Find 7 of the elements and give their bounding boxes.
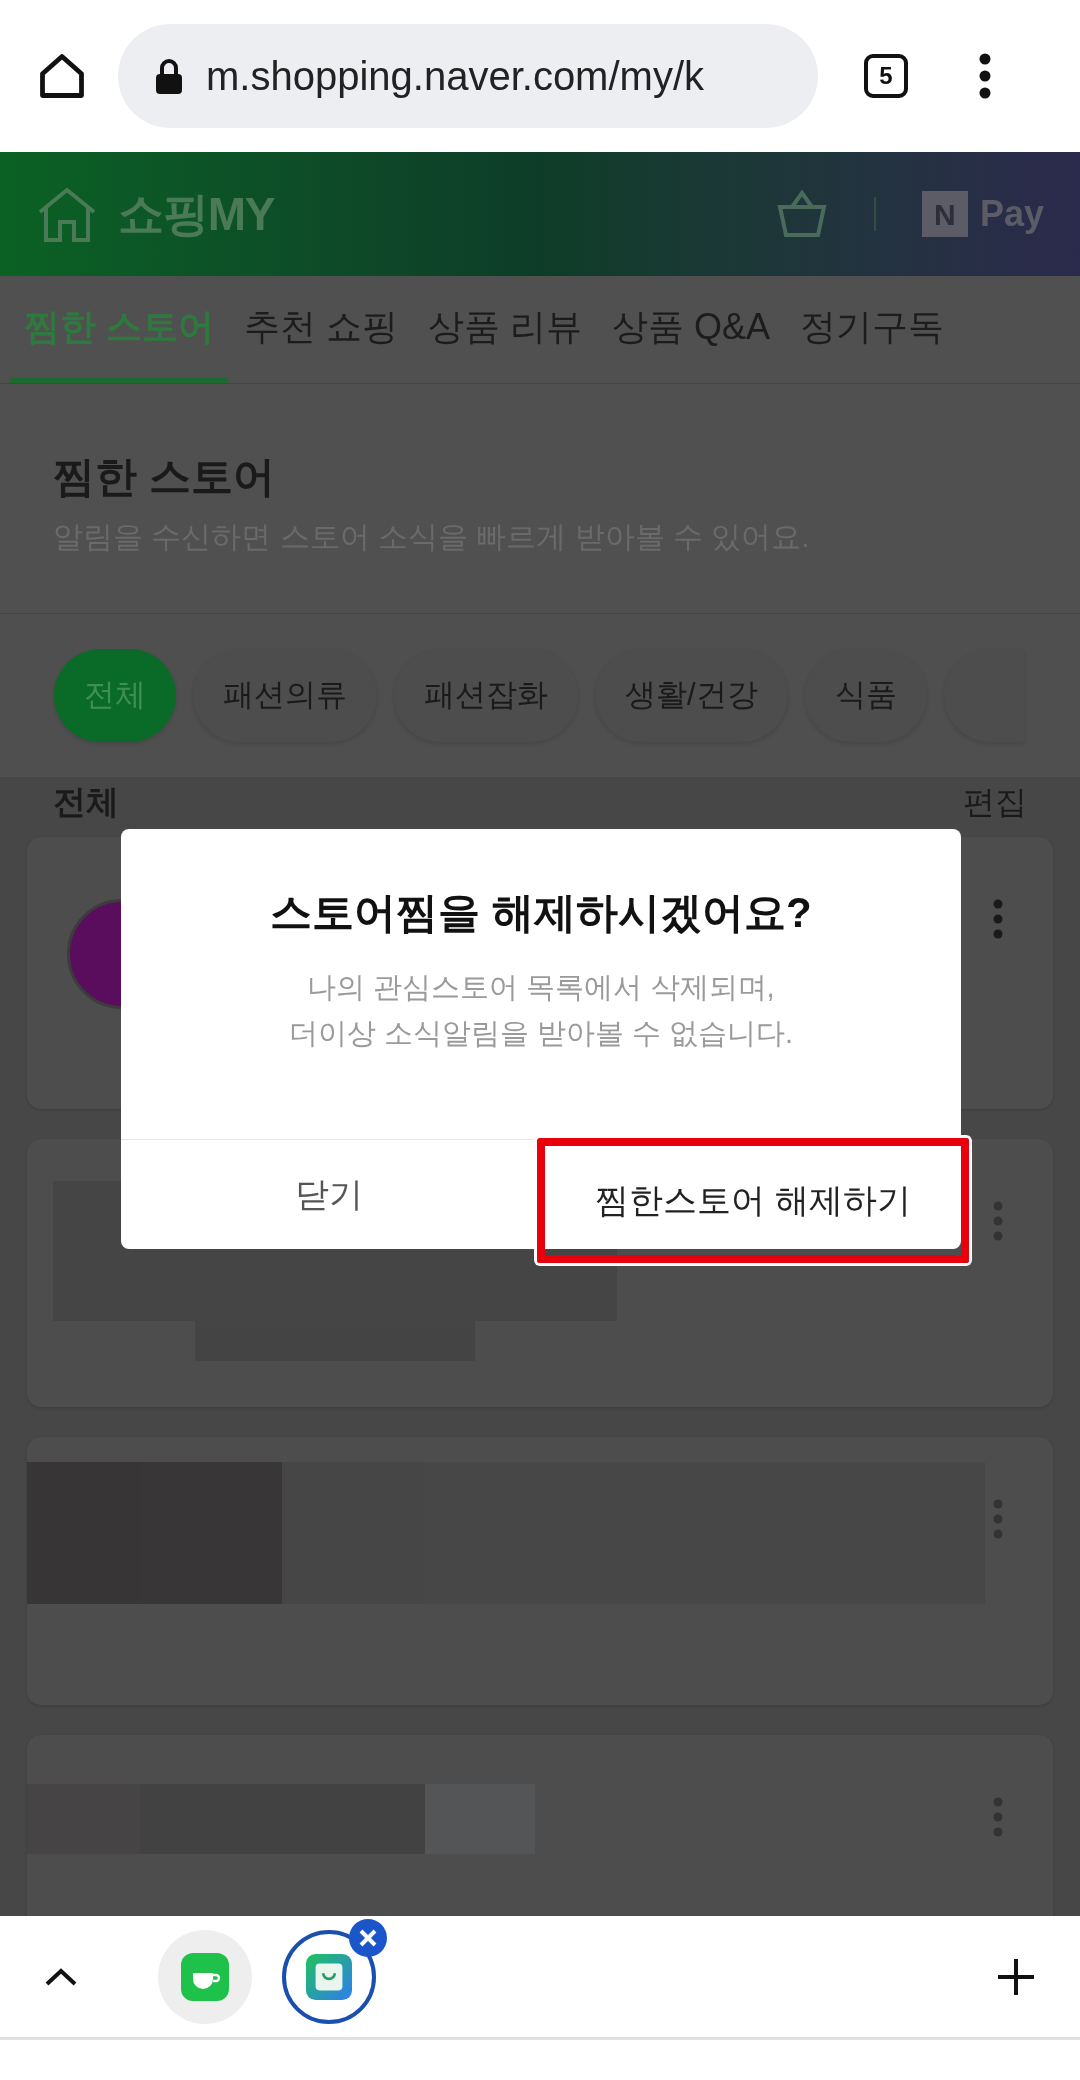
dialog-title: 스토어찜을 해제하시겠어요? [270,888,812,938]
dialog-button[interactable]: 찜한스토어 해제하기 [537,1138,969,1263]
address-bar[interactable]: m.shopping.naver.com/my/k [118,24,818,128]
tab-count-button[interactable]: 5 [864,54,908,98]
dialog-message: 나의 관심스토어 목록에서 삭제되며, 더이상 소식알림을 받아볼 수 없습니다. [288,970,794,1051]
dialog-button[interactable]: 닫기 [121,1140,537,1249]
app-title: 쇼핑MY [118,186,275,242]
